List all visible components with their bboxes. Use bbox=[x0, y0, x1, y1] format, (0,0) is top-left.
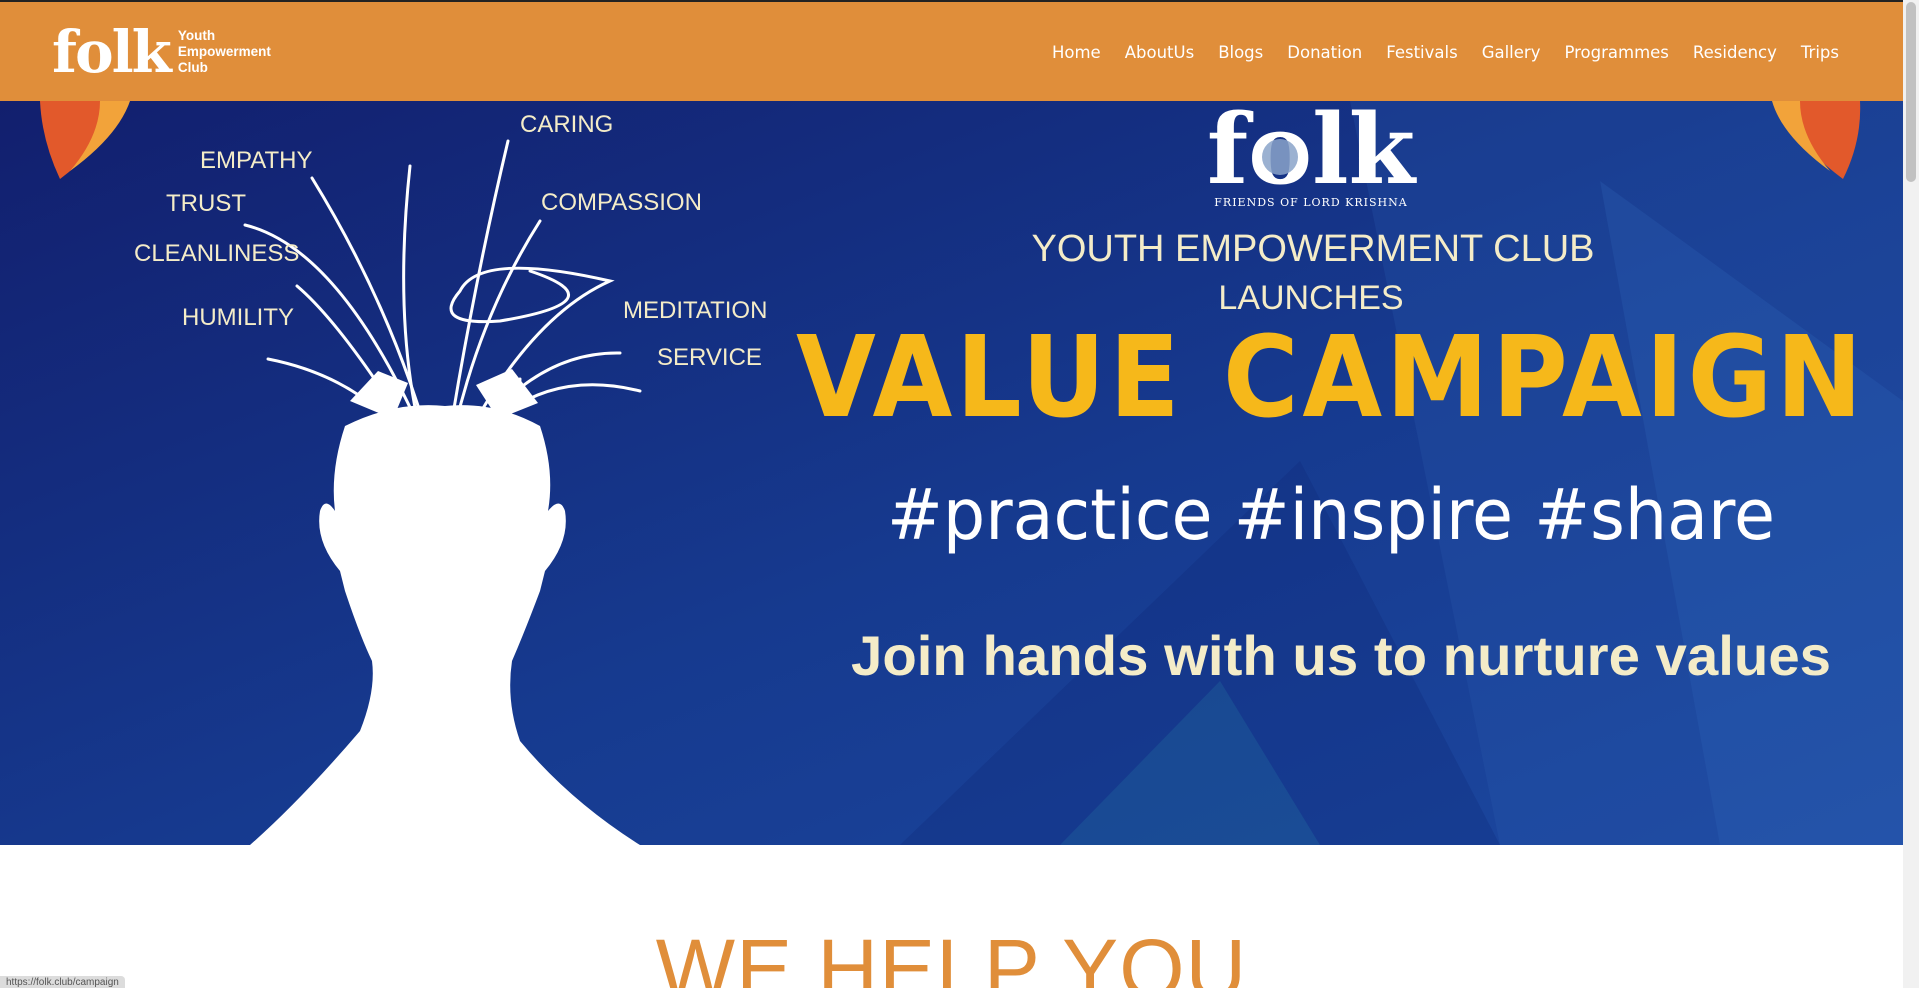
launches-line: LAUNCHES bbox=[1218, 279, 1403, 317]
globe-icon bbox=[1262, 139, 1298, 175]
link-status-bar: https://folk.club/campaign bbox=[0, 976, 125, 988]
hero-banner[interactable]: CARING EMPATHY TRUST COMPASSION CLEANLIN… bbox=[0, 101, 1903, 845]
nav-festivals[interactable]: Festivals bbox=[1386, 43, 1457, 62]
campaign-logo: folk bbox=[1207, 101, 1418, 206]
section-heading: WE HELP YOU bbox=[655, 922, 1248, 988]
nav-blogs[interactable]: Blogs bbox=[1218, 43, 1263, 62]
logo-subtitle: Youth Empowerment Club bbox=[177, 28, 271, 75]
value-label: COMPASSION bbox=[541, 189, 702, 216]
value-label: CLEANLINESS bbox=[134, 240, 299, 267]
nav-programmes[interactable]: Programmes bbox=[1564, 43, 1668, 62]
nav-gallery[interactable]: Gallery bbox=[1482, 43, 1541, 62]
hero-illustration: CARING EMPATHY TRUST COMPASSION CLEANLIN… bbox=[0, 101, 1903, 845]
logo-caption: FRIENDS OF LORD KRISHNA bbox=[1214, 196, 1407, 209]
value-label: CARING bbox=[520, 111, 613, 138]
site-header: folk Youth Empowerment Club Home AboutUs… bbox=[0, 0, 1903, 101]
tagline: Join hands with us to nurture values bbox=[851, 624, 1831, 687]
value-label: EMPATHY bbox=[200, 147, 312, 174]
page-scrollbar[interactable] bbox=[1903, 0, 1919, 988]
scrollbar-thumb[interactable] bbox=[1906, 2, 1916, 182]
nav-residency[interactable]: Residency bbox=[1693, 43, 1777, 62]
value-label: MEDITATION bbox=[623, 297, 767, 324]
campaign-title: VALUE CAMPAIGN bbox=[796, 313, 1866, 443]
nav-trips[interactable]: Trips bbox=[1801, 43, 1839, 62]
nav-home[interactable]: Home bbox=[1052, 43, 1101, 62]
value-label: SERVICE bbox=[657, 344, 762, 371]
value-label: HUMILITY bbox=[182, 304, 294, 331]
nav-donation[interactable]: Donation bbox=[1287, 43, 1362, 62]
logo-wordmark: folk bbox=[52, 18, 172, 86]
site-logo[interactable]: folk Youth Empowerment Club bbox=[52, 18, 271, 86]
main-nav: Home AboutUs Blogs Donation Festivals Ga… bbox=[1028, 2, 1839, 103]
club-line: YOUTH EMPOWERMENT CLUB bbox=[1031, 228, 1594, 270]
nav-aboutus[interactable]: AboutUs bbox=[1125, 43, 1194, 62]
hashtags: #practice #inspire #share bbox=[887, 474, 1775, 556]
we-help-section: WE HELP YOU bbox=[0, 845, 1903, 988]
value-label: TRUST bbox=[166, 190, 246, 217]
